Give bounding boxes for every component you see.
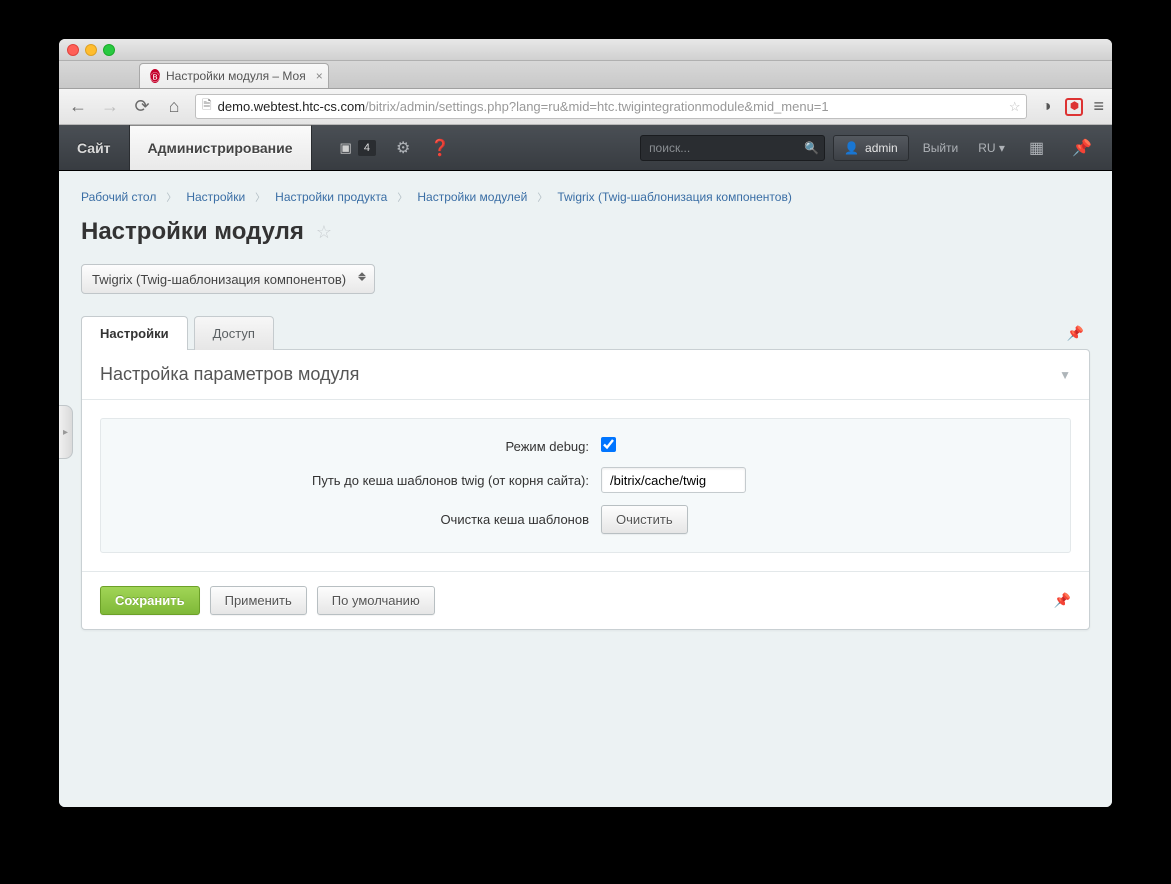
close-tab-icon[interactable]: ×	[316, 69, 323, 83]
form-row-clear-cache: Очистка кеша шаблонов Очистить	[121, 505, 1050, 534]
bitrix-favicon: Ⓑ	[150, 69, 160, 83]
titlebar	[59, 39, 1112, 61]
tab-title: Настройки модуля – Моя	[166, 69, 306, 83]
breadcrumb: Рабочий стол 〉 Настройки 〉 Настройки про…	[81, 189, 1090, 204]
default-button[interactable]: По умолчанию	[317, 586, 435, 615]
breadcrumb-item[interactable]: Twigrix (Twig-шаблонизация компонентов)	[557, 190, 792, 204]
logout-link[interactable]: Выйти	[917, 141, 965, 155]
breadcrumb-separator: 〉	[166, 189, 176, 204]
tab-access[interactable]: Доступ	[194, 316, 274, 350]
browser-menu-button[interactable]: ≡	[1093, 96, 1104, 117]
clear-cache-label: Очистка кеша шаблонов	[121, 512, 601, 527]
debug-checkbox[interactable]	[601, 437, 616, 452]
help-button[interactable]: ❓	[420, 125, 460, 170]
breadcrumb-separator: 〉	[537, 189, 547, 204]
form-row-cache-path: Путь до кеша шаблонов twig (от корня сай…	[121, 467, 1050, 493]
module-select[interactable]: Twigrix (Twig-шаблонизация компонентов)	[81, 264, 375, 294]
notification-icon: ▣	[340, 140, 352, 156]
language-switcher[interactable]: RU ▾	[972, 141, 1011, 155]
user-icon: 👤	[844, 141, 859, 155]
form-box: Режим debug: Путь до кеша шаблонов twig …	[100, 418, 1071, 553]
user-menu-button[interactable]: 👤 admin	[833, 135, 909, 161]
browser-toolbar: ← → ⟳ ⌂ 🗎 demo.webtest.htc-cs.com/bitrix…	[59, 89, 1112, 125]
breadcrumb-item[interactable]: Настройки	[186, 190, 245, 204]
browser-tab[interactable]: Ⓑ Настройки модуля – Моя ×	[139, 63, 329, 88]
collapse-section-button[interactable]: ▼	[1059, 368, 1071, 382]
favorite-star-button[interactable]: ☆	[316, 222, 332, 243]
tab-site[interactable]: Сайт	[59, 125, 130, 170]
page-title: Настройки модуля	[81, 218, 304, 246]
form-row-debug: Режим debug:	[121, 437, 1050, 455]
calculator-icon: ▦	[1029, 138, 1044, 158]
clear-cache-button[interactable]: Очистить	[601, 505, 688, 534]
page-info-icon[interactable]: 🗎	[202, 96, 212, 117]
reload-button[interactable]: ⟳	[131, 96, 153, 117]
admin-header: Сайт Администрирование ▣ 4 ⚙ ❓ 🔍	[59, 125, 1112, 171]
forward-button[interactable]: →	[99, 96, 121, 117]
user-label: admin	[865, 141, 898, 155]
tab-site-label: Сайт	[77, 140, 111, 156]
breadcrumb-item[interactable]: Настройки продукта	[275, 190, 387, 204]
pin-tabs-button[interactable]: 📌	[1067, 325, 1090, 350]
section-header: Настройка параметров модуля ▼	[82, 350, 1089, 400]
gear-icon: ⚙	[396, 138, 410, 158]
browser-window: Ⓑ Настройки модуля – Моя × ← → ⟳ ⌂ 🗎 dem…	[59, 39, 1112, 807]
sidebar-toggle-handle[interactable]: ▸	[59, 405, 73, 459]
breadcrumb-separator: 〉	[397, 189, 407, 204]
address-bar[interactable]: 🗎 demo.webtest.htc-cs.com/bitrix/admin/s…	[195, 94, 1027, 119]
form-footer: Сохранить Применить По умолчанию 📌	[82, 571, 1089, 629]
app-viewport: Сайт Администрирование ▣ 4 ⚙ ❓ 🔍	[59, 125, 1112, 807]
search-icon[interactable]: 🔍	[804, 141, 819, 155]
section-title: Настройка параметров модуля	[100, 364, 359, 385]
breadcrumb-item[interactable]: Настройки модулей	[417, 190, 527, 204]
tab-settings[interactable]: Настройки	[81, 316, 188, 350]
save-button[interactable]: Сохранить	[100, 586, 200, 615]
breadcrumb-separator: 〉	[255, 189, 265, 204]
url-text: demo.webtest.htc-cs.com/bitrix/admin/set…	[218, 99, 1003, 114]
help-icon: ❓	[430, 138, 450, 158]
pin-footer-button[interactable]: 📌	[1054, 592, 1071, 609]
content-area: Рабочий стол 〉 Настройки 〉 Настройки про…	[59, 171, 1112, 648]
apply-button[interactable]: Применить	[210, 586, 307, 615]
cache-path-label: Путь до кеша шаблонов twig (от корня сай…	[121, 473, 601, 488]
search-input[interactable]	[649, 141, 804, 155]
close-window-button[interactable]	[67, 44, 79, 56]
calculator-button[interactable]: ▦	[1019, 138, 1054, 158]
search-box[interactable]: 🔍	[640, 135, 825, 161]
tab-admin-label: Администрирование	[148, 140, 293, 156]
settings-panel: Настройка параметров модуля ▼ Режим debu…	[81, 349, 1090, 630]
debug-label: Режим debug:	[121, 439, 601, 454]
breadcrumb-item[interactable]: Рабочий стол	[81, 190, 156, 204]
home-button[interactable]: ⌂	[163, 96, 185, 117]
cache-path-input[interactable]	[601, 467, 746, 493]
adblock-icon[interactable]: ⬢	[1065, 98, 1083, 116]
zoom-window-button[interactable]	[103, 44, 115, 56]
content-tabs: Настройки Доступ 📌	[81, 316, 1090, 350]
tab-settings-label: Настройки	[100, 326, 169, 341]
browser-tabbar: Ⓑ Настройки модуля – Моя ×	[59, 61, 1112, 89]
chevron-down-icon: ▾	[999, 141, 1005, 155]
bookmark-star-icon[interactable]: ☆	[1009, 99, 1021, 115]
extension-icon[interactable]: ◑	[1037, 98, 1055, 116]
pin-header-button[interactable]: 📌	[1062, 138, 1102, 158]
back-button[interactable]: ←	[67, 96, 89, 117]
tab-administration[interactable]: Администрирование	[130, 125, 312, 170]
minimize-window-button[interactable]	[85, 44, 97, 56]
settings-gear-button[interactable]: ⚙	[386, 125, 420, 170]
module-select-value: Twigrix (Twig-шаблонизация компонентов)	[92, 272, 346, 287]
notifications-button[interactable]: ▣ 4	[330, 125, 386, 170]
tab-access-label: Доступ	[213, 326, 255, 341]
notifications-count: 4	[358, 140, 376, 156]
pin-icon: 📌	[1072, 138, 1092, 158]
